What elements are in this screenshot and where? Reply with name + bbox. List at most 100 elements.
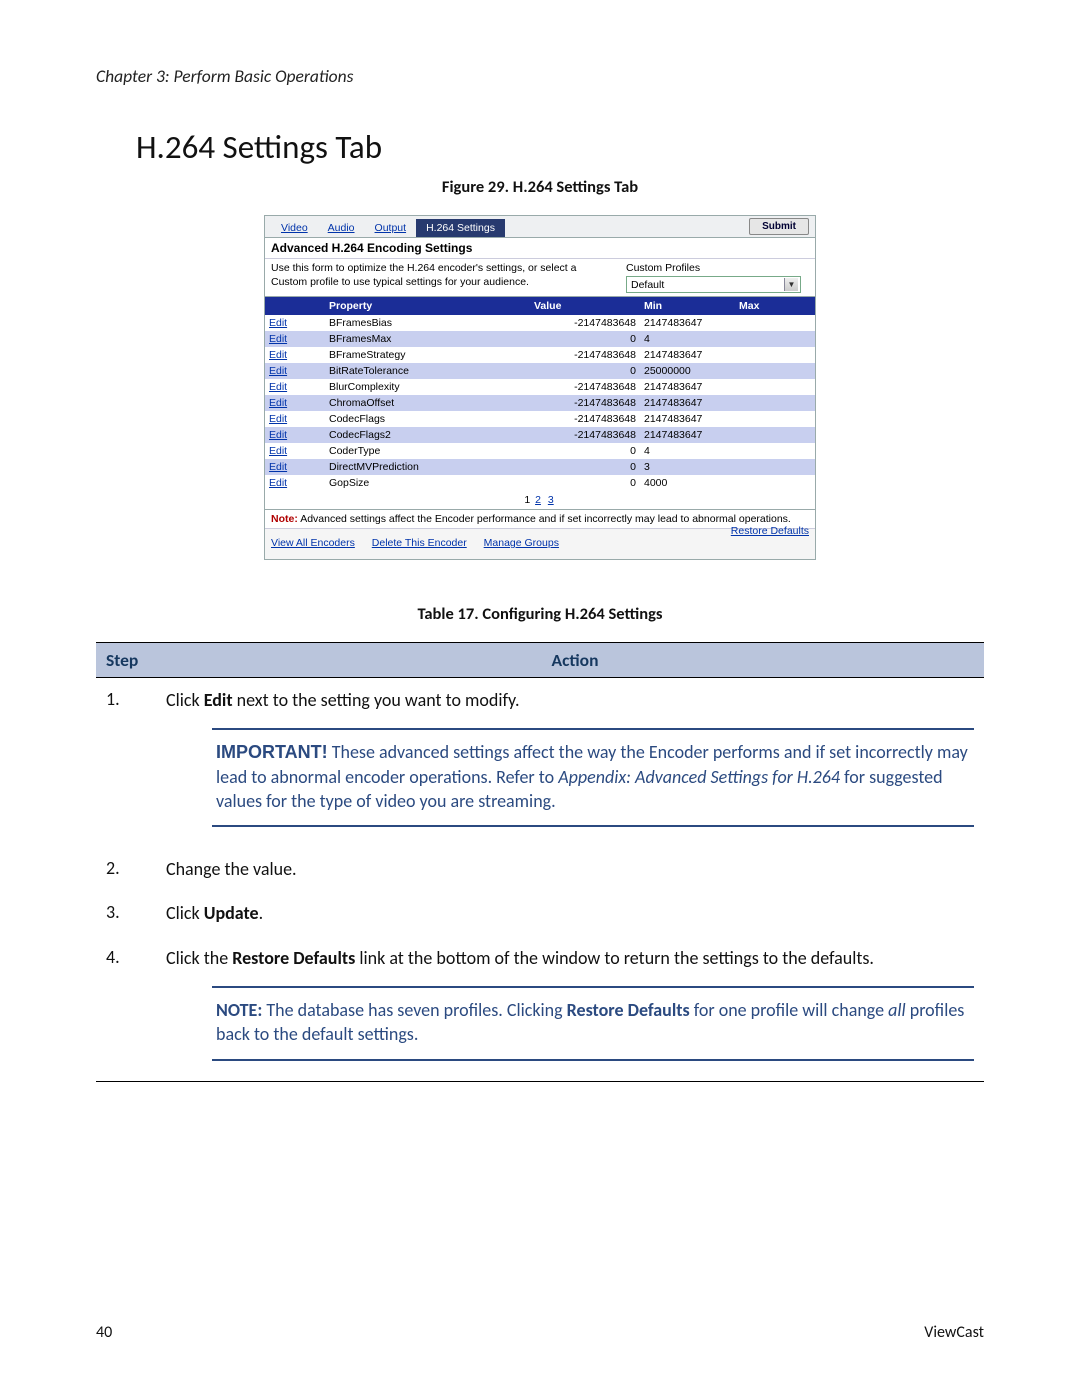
cell-max xyxy=(735,379,815,395)
panel-title: Advanced H.264 Encoding Settings xyxy=(265,237,815,259)
note-text: Advanced settings affect the Encoder per… xyxy=(300,513,791,525)
cell-min: 25000000 xyxy=(640,363,735,379)
note-row: Note: Advanced settings affect the Encod… xyxy=(265,509,815,528)
edit-link[interactable]: Edit xyxy=(269,317,287,329)
table-row: EditCodecFlags2-21474836482147483647 xyxy=(265,427,815,443)
cell-max xyxy=(735,459,815,475)
view-all-encoders-link[interactable]: View All Encoders xyxy=(271,537,355,549)
cell-max xyxy=(735,347,815,363)
cell-value: 0 xyxy=(530,331,640,347)
step-text: Click the xyxy=(166,947,232,969)
cell-property: DirectMVPrediction xyxy=(325,459,530,475)
cell-min: 2147483647 xyxy=(640,411,735,427)
instruction-table: Step Action 1. Click Edit next to the se… xyxy=(96,642,984,1082)
edit-link[interactable]: Edit xyxy=(269,461,287,473)
cell-max xyxy=(735,331,815,347)
note-callout: NOTE: The database has seven profiles. C… xyxy=(212,986,974,1061)
step-number: 3. xyxy=(96,897,166,929)
cell-property: CodecFlags xyxy=(325,411,530,427)
cell-min: 4000 xyxy=(640,475,735,491)
custom-profiles-value: Default xyxy=(631,279,664,291)
step-bold: Restore Defaults xyxy=(232,947,355,969)
cell-property: BitRateTolerance xyxy=(325,363,530,379)
table-row: EditChromaOffset-21474836482147483647 xyxy=(265,395,815,411)
manage-groups-link[interactable]: Manage Groups xyxy=(484,537,559,549)
restore-defaults-link[interactable]: Restore Defaults xyxy=(731,525,809,537)
edit-link[interactable]: Edit xyxy=(269,349,287,361)
cell-max xyxy=(735,411,815,427)
step-text: next to the setting you want to modify. xyxy=(233,689,520,711)
edit-link[interactable]: Edit xyxy=(269,429,287,441)
tab-audio[interactable]: Audio xyxy=(318,219,365,237)
page-number: 40 xyxy=(96,1323,112,1342)
custom-profiles-label: Custom Profiles xyxy=(626,262,809,274)
edit-link[interactable]: Edit xyxy=(269,381,287,393)
pager-link-2[interactable]: 2 xyxy=(535,494,541,506)
cell-min: 2147483647 xyxy=(640,427,735,443)
table-row: EditBFramesMax04 xyxy=(265,331,815,347)
note-text: The database has seven profiles. Clickin… xyxy=(262,999,566,1021)
instruction-row: 1. Click Edit next to the setting you wa… xyxy=(96,678,984,847)
step-number: 2. xyxy=(96,853,166,885)
note-lead: NOTE: xyxy=(216,999,262,1021)
tab-h264-settings[interactable]: H.264 Settings xyxy=(416,219,505,237)
tab-video[interactable]: Video xyxy=(271,219,318,237)
cell-value: -2147483648 xyxy=(530,395,640,411)
cell-property: BlurComplexity xyxy=(325,379,530,395)
cell-min: 2147483647 xyxy=(640,315,735,331)
note-italic: all xyxy=(888,999,906,1021)
cell-min: 4 xyxy=(640,331,735,347)
step-action: Change the value. xyxy=(166,853,984,885)
cell-min: 3 xyxy=(640,459,735,475)
col-value: Value xyxy=(530,297,640,315)
pager-link-3[interactable]: 3 xyxy=(548,494,554,506)
instruction-row: 3. Click Update. xyxy=(96,891,984,935)
note-bold: Restore Defaults xyxy=(567,999,690,1021)
cell-max xyxy=(735,443,815,459)
cell-property: ChromaOffset xyxy=(325,395,530,411)
cell-property: BFramesBias xyxy=(325,315,530,331)
edit-link[interactable]: Edit xyxy=(269,365,287,377)
cell-max xyxy=(735,315,815,331)
cell-property: CoderType xyxy=(325,443,530,459)
pager-current: 1 xyxy=(524,494,530,506)
submit-button[interactable]: Submit xyxy=(749,218,809,235)
edit-link[interactable]: Edit xyxy=(269,397,287,409)
cell-max xyxy=(735,363,815,379)
instruction-row: 2. Change the value. xyxy=(96,847,984,891)
table-row: EditBFrameStrategy-21474836482147483647 xyxy=(265,347,815,363)
step-bold: Update xyxy=(204,902,259,924)
cell-value: 0 xyxy=(530,459,640,475)
edit-link[interactable]: Edit xyxy=(269,445,287,457)
cell-min: 4 xyxy=(640,443,735,459)
figure-caption: Figure 29. H.264 Settings Tab xyxy=(96,177,984,197)
step-action: Click Edit next to the setting you want … xyxy=(166,684,984,841)
delete-this-encoder-link[interactable]: Delete This Encoder xyxy=(372,537,467,549)
table-row: EditCoderType04 xyxy=(265,443,815,459)
tab-bar: Video Audio Output H.264 Settings Submit xyxy=(265,216,815,237)
cell-max xyxy=(735,395,815,411)
cell-value: -2147483648 xyxy=(530,347,640,363)
panel-description: Use this form to optimize the H.264 enco… xyxy=(265,259,620,296)
note-text: for one profile will change xyxy=(690,999,888,1021)
edit-link[interactable]: Edit xyxy=(269,413,287,425)
custom-profiles-select[interactable]: Default ▼ xyxy=(626,276,801,293)
important-callout: IMPORTANT! These advanced settings affec… xyxy=(212,728,974,827)
cell-property: CodecFlags2 xyxy=(325,427,530,443)
head-action: Action xyxy=(166,643,984,677)
tab-output[interactable]: Output xyxy=(365,219,417,237)
chapter-line: Chapter 3: Perform Basic Operations xyxy=(96,65,984,87)
step-text: link at the bottom of the window to retu… xyxy=(355,947,874,969)
important-lead: IMPORTANT! xyxy=(216,742,328,762)
table-row: EditGopSize04000 xyxy=(265,475,815,491)
table-row: EditCodecFlags-21474836482147483647 xyxy=(265,411,815,427)
dropdown-arrow-icon: ▼ xyxy=(784,278,798,291)
important-italic: Appendix: Advanced Settings for H.264 xyxy=(558,766,840,788)
cell-min: 2147483647 xyxy=(640,347,735,363)
edit-link[interactable]: Edit xyxy=(269,477,287,489)
step-number: 4. xyxy=(96,942,166,1075)
note-label: Note: xyxy=(271,513,298,525)
col-property: Property xyxy=(325,297,530,315)
edit-link[interactable]: Edit xyxy=(269,333,287,345)
step-action: Click the Restore Defaults link at the b… xyxy=(166,942,984,1075)
